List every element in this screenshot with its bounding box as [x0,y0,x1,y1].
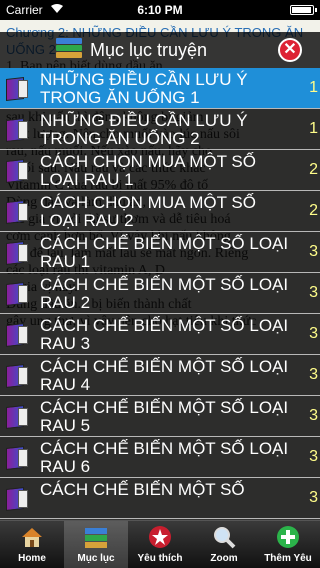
tab-bar: Home Mục lục Yêu thích Zoom Thêm Yêu [0,520,320,568]
tab-label: Mục lục [77,553,115,564]
toc-row-chapter: 3 [309,407,318,424]
toc-row-title: NHỮNG ĐIỀU CẦN LƯU Ý TRONG ĂN UỐNG 1 [40,70,248,107]
toc-row-chapter: 1 [309,79,318,96]
battery-icon [290,5,317,15]
tab-plus[interactable]: Thêm Yêu [256,521,320,568]
close-button[interactable]: ✕ [278,38,302,62]
tab-star[interactable]: Yêu thích [128,521,192,568]
book-icon [6,445,32,470]
toc-row[interactable]: CÁCH CHỌN MUA MỘT SỐ LOẠI RAU 1 2 [0,150,320,191]
status-bar: Carrier 6:10 PM [0,0,320,20]
toc-row-title: CÁCH CHẾ BIẾN MỘT SỐ LOẠI RAU 4 [40,357,289,394]
book-icon [6,363,32,388]
toc-row[interactable]: CÁCH CHẾ BIẾN MỘT SỐ LOẠI RAU 1 3 [0,232,320,273]
toc-row-title: CÁCH CHẾ BIẾN MỘT SỐ LOẠI RAU 1 [40,234,289,271]
toc-row-chapter: 3 [309,243,318,260]
tab-books[interactable]: Mục lục [64,521,128,568]
book-icon [6,322,32,347]
toc-row-title: CÁCH CHỌN MUA MỘT SỐ LOẠI RAU 1 [40,152,256,189]
toc-row-title: CÁCH CHẾ BIẾN MỘT SỐ [40,480,245,499]
toc-list: NHỮNG ĐIỀU CẦN LƯU Ý TRONG ĂN UỐNG 1 1 NHỮ… [0,68,320,519]
toc-row-chapter: 2 [309,161,318,178]
book-icon [6,117,32,142]
book-icon [6,158,32,183]
toc-popup: Mục lục truyện ✕ NHỮNG ĐIỀU CẦN LƯU Ý TR… [0,32,320,520]
tab-magnifier[interactable]: Zoom [192,521,256,568]
toc-row-chapter: 3 [309,366,318,383]
plus-icon [276,525,300,549]
book-icon [6,76,32,101]
toc-row[interactable]: CÁCH CHẾ BIẾN MỘT SỐ LOẠI RAU 6 3 [0,437,320,478]
toc-row[interactable]: CÁCH CHẾ BIẾN MỘT SỐ LOẠI RAU 2 3 [0,273,320,314]
toc-row-chapter: 2 [309,202,318,219]
book-icon [6,240,32,265]
toc-row-chapter: 3 [309,325,318,342]
books-icon [84,525,108,549]
toc-row[interactable]: CÁCH CHẾ BIẾN MỘT SỐ LOẠI RAU 4 3 [0,355,320,396]
toc-row-title: CÁCH CHẾ BIẾN MỘT SỐ LOẠI RAU 3 [40,316,289,353]
tab-label: Yêu thích [137,553,183,564]
tab-label: Home [18,553,46,564]
toc-row[interactable]: CÁCH CHẾ BIẾN MỘT SỐ 3 [0,478,320,519]
toc-row-title: CÁCH CHẾ BIẾN MỘT SỐ LOẠI RAU 5 [40,398,289,435]
toc-row-title: NHỮNG ĐIỀU CẦN LƯU Ý TRONG ĂN UỐNG 2 [40,111,248,148]
magnifier-icon [212,525,236,549]
toc-row-chapter: 3 [309,284,318,301]
tab-label: Thêm Yêu [264,553,312,564]
toc-row-title: CÁCH CHỌN MUA MỘT SỐ LOẠI RAU 2 [40,193,256,230]
book-icon [6,404,32,429]
toc-row-chapter: 3 [309,448,318,465]
toc-row-title: CÁCH CHẾ BIẾN MỘT SỐ LOẠI RAU 6 [40,439,289,476]
star-icon [148,525,172,549]
toc-row[interactable]: CÁCH CHỌN MUA MỘT SỐ LOẠI RAU 2 2 [0,191,320,232]
tab-home[interactable]: Home [0,521,64,568]
tab-label: Zoom [210,553,238,564]
clock: 6:10 PM [137,3,183,17]
popup-title: Mục lục truyện [90,40,208,60]
toc-row-title: CÁCH CHẾ BIẾN MỘT SỐ LOẠI RAU 2 [40,275,289,312]
popup-header: Mục lục truyện ✕ [0,32,320,68]
books-icon [56,38,82,62]
toc-row[interactable]: CÁCH CHẾ BIẾN MỘT SỐ LOẠI RAU 5 3 [0,396,320,437]
toc-row-chapter: 3 [309,489,318,506]
toc-row[interactable]: NHỮNG ĐIỀU CẦN LƯU Ý TRONG ĂN UỐNG 2 1 [0,109,320,150]
toc-row[interactable]: CÁCH CHẾ BIẾN MỘT SỐ LOẠI RAU 3 3 [0,314,320,355]
book-icon [6,486,32,511]
book-icon [6,199,32,224]
home-icon [20,525,44,549]
toc-row-chapter: 1 [309,120,318,137]
toc-row[interactable]: NHỮNG ĐIỀU CẦN LƯU Ý TRONG ĂN UỐNG 1 1 [0,68,320,109]
book-icon [6,281,32,306]
